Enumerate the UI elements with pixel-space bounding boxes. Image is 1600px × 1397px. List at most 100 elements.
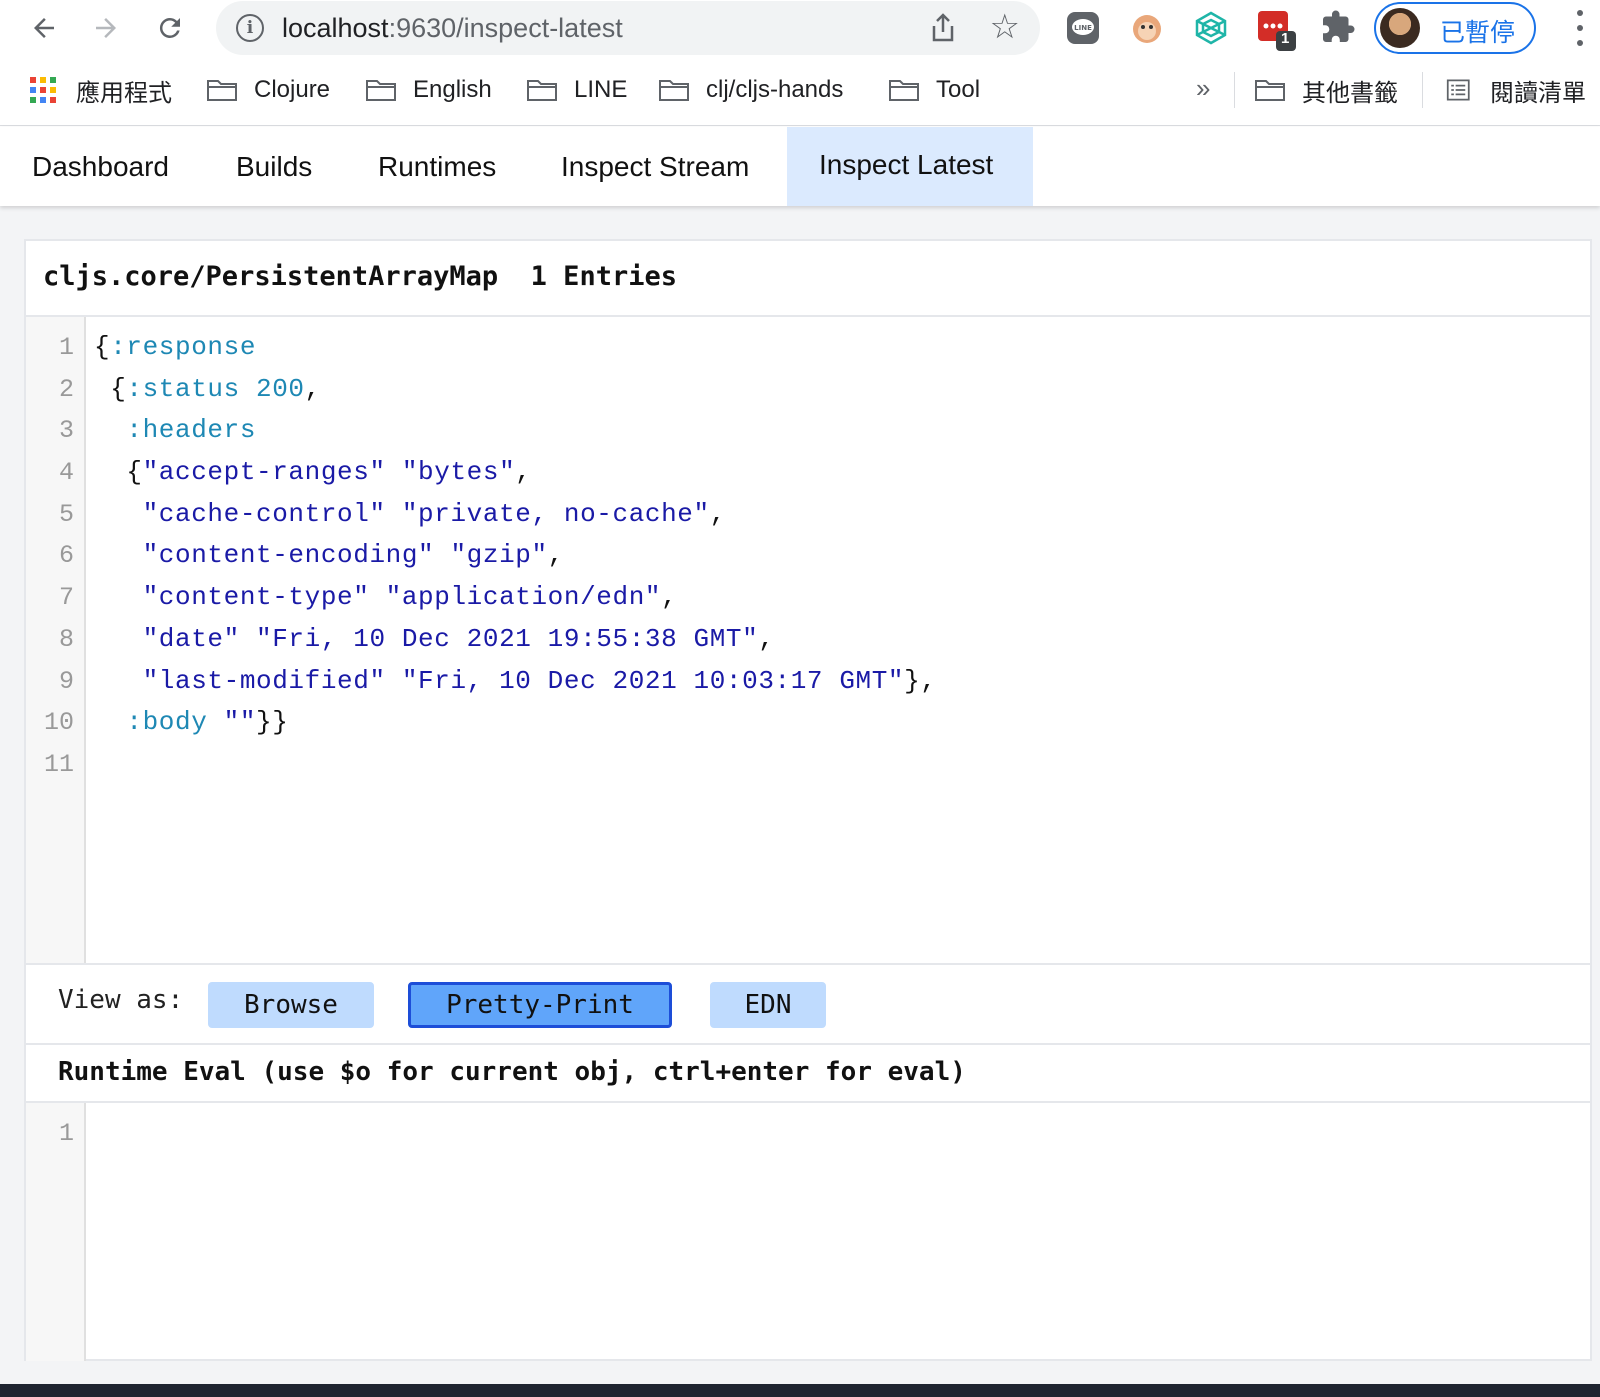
punctuation-token [369,582,385,612]
bookmark-label: 應用程式 [76,78,172,107]
main-content: cljs.core/PersistentArrayMap 1 Entries 1… [0,206,1600,1384]
other-bookmarks[interactable]: 其他書籤 [1254,73,1398,107]
url-path: :9630/inspect-latest [388,13,623,43]
monkey-extension-icon[interactable] [1128,9,1166,47]
web-extension-icon[interactable] [1192,9,1230,47]
window-bottom-edge [0,1384,1600,1397]
bookmark-star-icon[interactable]: ☆ [990,7,1020,47]
bookmarks-overflow-button[interactable]: » [1196,73,1210,104]
extensions-puzzle-icon[interactable] [1320,9,1358,47]
bookmark-apps[interactable]: 應用程式 [30,73,172,107]
chrome-menu-icon[interactable] [1570,10,1590,46]
keyword-token: :response [110,332,257,362]
inspector-header: cljs.core/PersistentArrayMap 1 Entries [26,241,1590,317]
number-token: 200 [256,373,305,404]
punctuation-token: , [547,540,564,571]
punctuation-token [94,415,126,445]
tab-runtimes[interactable]: Runtimes [346,127,528,206]
code-line: {:response [94,327,1590,369]
pretty-print-editor[interactable]: 1 2 3 4 5 6 7 8 9 10 11 {:response {:status 200, :… [26,317,1590,965]
punctuation-token [94,499,143,529]
line-extension-icon[interactable]: LINE [1064,9,1102,47]
string-token: "gzip" [450,540,548,571]
folder-icon [889,80,919,101]
pretty-print-button[interactable]: Pretty-Print [408,982,672,1028]
svg-text:LINE: LINE [1074,24,1092,32]
punctuation-token [386,666,402,696]
code-line: "last-modified" "Fri, 10 Dec 2021 10:03:… [94,661,1590,703]
line-number: 9 [58,666,74,696]
folder-icon [659,80,689,101]
lastpass-extension-icon[interactable]: 1 [1256,9,1296,51]
bookmark-label: English [413,76,492,103]
edn-button[interactable]: EDN [710,982,826,1028]
folder-icon [207,80,237,101]
bookmark-english[interactable]: English [365,73,492,107]
line-number: 7 [58,583,74,613]
back-arrow-icon[interactable] [22,6,66,50]
site-info-icon[interactable]: i [236,14,264,42]
reload-icon[interactable] [148,6,192,50]
tab-inspect-stream[interactable]: Inspect Stream [529,127,781,206]
bookmark-clj-cljs-hands[interactable]: clj/cljs-hands [658,73,843,107]
string-token: "content-type" [142,582,370,613]
bookmark-clojure[interactable]: Clojure [206,73,330,107]
profile-button[interactable]: 已暫停 [1374,2,1536,54]
line-number: 6 [58,541,74,571]
bookmark-tool[interactable]: Tool [888,73,980,107]
share-icon[interactable] [930,13,956,48]
line-number: 5 [58,499,74,529]
app-nav: Dashboard Builds Runtimes Inspect Stream… [0,127,1600,206]
tab-inspect-latest[interactable]: Inspect Latest [787,127,1033,206]
code-line: "content-encoding" "gzip", [94,535,1590,577]
code-line: "cache-control" "private, no-cache", [94,494,1590,536]
bookmark-line[interactable]: LINE [526,73,627,107]
folder-icon [1255,80,1285,101]
other-bookmarks-label: 其他書籤 [1302,78,1398,107]
punctuation-token: , [758,623,775,654]
punctuation-token: , [709,498,726,529]
punctuation-token: }} [256,707,289,738]
bookmark-label: LINE [574,76,628,103]
line-number: 11 [43,749,74,779]
punctuation-token [94,666,143,696]
apps-grid-icon [30,77,56,103]
url-host: localhost [282,13,389,43]
extension-badge: 1 [1281,30,1290,47]
runtime-eval-editor[interactable]: 1 [26,1103,1590,1361]
punctuation-token: , [515,457,532,488]
line-number: 10 [43,708,74,738]
punctuation-token [94,582,143,612]
punctuation-token [386,457,402,487]
tab-dashboard[interactable]: Dashboard [0,127,201,206]
bookmark-label: clj/cljs-hands [706,76,844,103]
string-token: "application/edn" [385,582,662,613]
address-bar[interactable]: i localhost:9630/inspect-latest ☆ [216,1,1040,55]
code-content[interactable]: {:response {:status 200, :headers {"acce… [94,327,1590,786]
folder-icon [527,80,557,101]
browse-button[interactable]: Browse [208,982,374,1028]
profile-status-label: 已暫停 [1440,18,1516,47]
string-token: "private, no-cache" [401,498,710,529]
folder-icon [366,80,396,101]
punctuation-token [386,499,402,529]
string-token: "bytes" [401,457,516,488]
line-number: 1 [58,1119,74,1148]
forward-arrow-icon[interactable] [84,6,128,50]
keyword-token: :body [126,707,208,738]
string-token: "content-encoding" [142,540,435,571]
code-line: {"accept-ranges" "bytes", [94,452,1590,494]
reading-list[interactable]: 閱讀清單 [1446,73,1586,107]
string-token: "accept-ranges" [142,457,386,488]
bookmark-label: Tool [936,76,981,103]
line-number: 4 [58,458,74,488]
line-number-gutter: 1 2 3 4 5 6 7 8 9 10 11 [26,317,86,963]
url-text[interactable]: localhost:9630/inspect-latest [282,13,623,44]
punctuation-token [240,374,256,404]
punctuation-token [94,624,143,654]
view-as-bar: View as: Browse Pretty-Print EDN [26,965,1590,1045]
tab-builds[interactable]: Builds [204,127,344,206]
string-token: "" [223,707,257,738]
punctuation-token [434,540,450,570]
code-line: :body ""}} [94,702,1590,744]
